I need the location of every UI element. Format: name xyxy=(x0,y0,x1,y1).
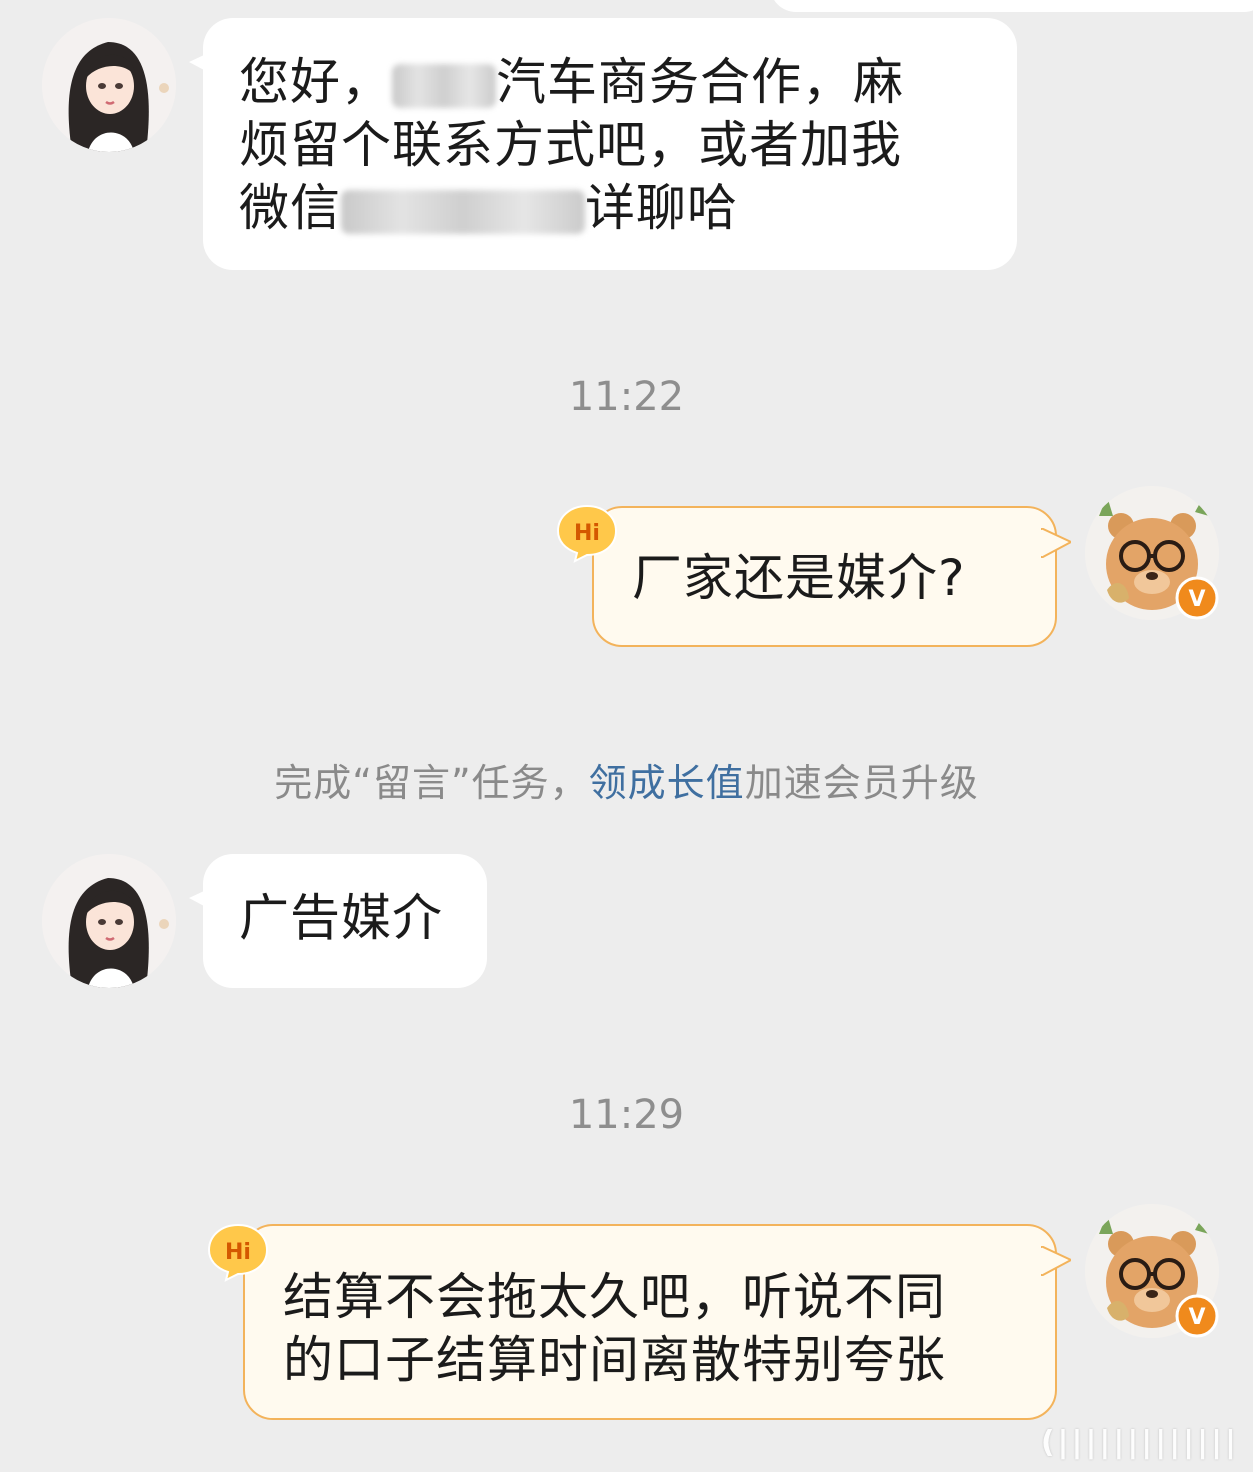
message-text-part: 汽车商务合作，麻 xyxy=(496,53,904,111)
message-text-part: 详聊哈 xyxy=(585,179,738,237)
bubble-tail-icon xyxy=(189,884,219,914)
bubble-tail-icon xyxy=(1041,1246,1071,1276)
message-text-line: 的口子结算时间离散特别夸张 xyxy=(283,1331,946,1389)
svg-text:V: V xyxy=(1188,587,1205,612)
message-text-line: 结算不会拖太久吧，听说不同 xyxy=(283,1268,946,1326)
svg-text:Hi: Hi xyxy=(574,521,600,546)
message-text: 您好， 汽车商务合作，麻 烦留个联系方式吧，或者加我 微信 详聊哈 xyxy=(239,51,981,240)
bubble-tail-icon xyxy=(189,48,219,78)
verified-badge-icon: V xyxy=(1175,576,1219,620)
notice-text: 完成“留言”任务， xyxy=(274,761,589,805)
contact-avatar[interactable] xyxy=(42,854,176,988)
incoming-message-bubble[interactable]: 广告媒介 xyxy=(189,854,487,988)
incoming-message-bubble[interactable]: 您好， 汽车商务合作，麻 烦留个联系方式吧，或者加我 微信 详聊哈 xyxy=(189,18,1017,270)
previous-message-edge xyxy=(770,0,1253,12)
message-text: 厂家还是媒介? xyxy=(632,549,966,607)
timestamp: 11:22 xyxy=(568,374,685,420)
hi-badge-icon: Hi xyxy=(556,504,618,563)
message-text-part: 您好， xyxy=(239,53,392,111)
notice-text: 加速会员升级 xyxy=(744,761,979,805)
redacted-wechat-id xyxy=(341,189,585,234)
timestamp: 11:29 xyxy=(568,1092,685,1138)
hi-badge-icon: Hi xyxy=(207,1223,269,1282)
outgoing-message-bubble[interactable]: 厂家还是媒介? xyxy=(592,506,1071,647)
svg-text:V: V xyxy=(1188,1305,1205,1330)
verified-badge-icon: V xyxy=(1175,1294,1219,1338)
woman-avatar-icon xyxy=(42,854,176,988)
message-text: 广告媒介 xyxy=(239,889,443,947)
outgoing-message-bubble[interactable]: 结算不会拖太久吧，听说不同 的口子结算时间离散特别夸张 xyxy=(243,1224,1071,1420)
bubble-tail-icon xyxy=(1041,528,1071,558)
message-text-part: 微信 xyxy=(239,179,341,237)
contact-avatar[interactable] xyxy=(42,18,176,152)
redacted-name xyxy=(392,63,496,108)
message-text-part: 烦留个联系方式吧，或者加我 xyxy=(239,116,902,174)
woman-avatar-icon xyxy=(42,18,176,152)
svg-text:Hi: Hi xyxy=(225,1240,251,1265)
growth-value-link[interactable]: 领成长值 xyxy=(589,761,745,805)
task-notice: 完成“留言”任务，领成长值加速会员升级 xyxy=(0,752,1253,807)
watermark: (||||||||||||| xyxy=(1040,1425,1239,1460)
